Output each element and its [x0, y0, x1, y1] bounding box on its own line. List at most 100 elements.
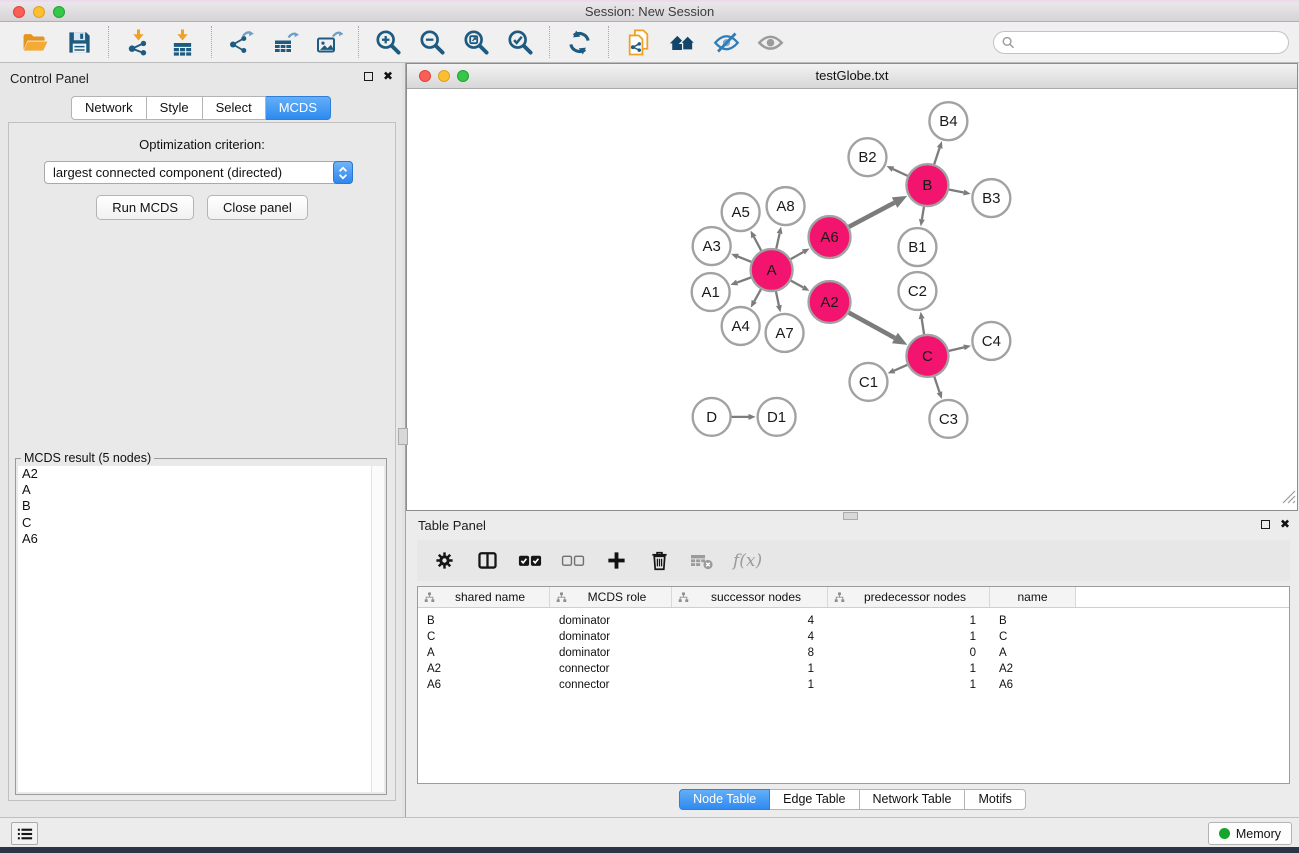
network-canvas[interactable]: B4B2BB3A8A5A6A3B1AC2A1A2A4A7C4CC1C3DD1	[407, 89, 1297, 510]
list-menu-button[interactable]	[11, 822, 38, 845]
table-cell[interactable]: C	[990, 631, 1076, 643]
import-table-icon[interactable]	[168, 28, 196, 56]
vertical-splitter-handle[interactable]	[398, 428, 408, 445]
graph-edge-A-A7[interactable]	[776, 291, 779, 306]
export-network-icon[interactable]	[227, 28, 255, 56]
hide-selected-icon[interactable]	[712, 28, 740, 56]
select-all-icon[interactable]	[518, 550, 542, 572]
graph-node-B1[interactable]: B1	[898, 228, 936, 266]
table-cell[interactable]: C	[418, 631, 550, 643]
graph-node-C[interactable]: C	[906, 335, 948, 377]
table-cell[interactable]: 1	[828, 615, 990, 627]
graph-edge-C-C1[interactable]	[894, 364, 908, 370]
close-panel-icon[interactable]: ✖	[383, 71, 393, 82]
search-input[interactable]	[1016, 35, 1284, 51]
run-mcds-button[interactable]: Run MCDS	[96, 195, 194, 220]
graph-edge-A2-C[interactable]	[848, 312, 895, 338]
graph-edge-A-A6[interactable]	[790, 252, 803, 260]
import-network-icon[interactable]	[124, 28, 152, 56]
export-table-icon[interactable]	[271, 28, 299, 56]
graph-node-A3[interactable]: A3	[693, 227, 731, 265]
graph-node-A1[interactable]: A1	[692, 273, 730, 311]
network-close-button[interactable]	[419, 70, 431, 82]
column-header-successor-nodes[interactable]: successor nodes	[672, 587, 828, 607]
table-cell[interactable]: 1	[828, 631, 990, 643]
network-maximize-button[interactable]	[457, 70, 469, 82]
table-cell[interactable]: A6	[990, 679, 1076, 691]
float-panel-icon[interactable]	[364, 72, 373, 81]
tab-select[interactable]: Select	[203, 96, 266, 120]
column-header-name[interactable]: name	[990, 587, 1076, 607]
float-table-panel-icon[interactable]	[1261, 520, 1270, 529]
column-selector-icon[interactable]	[475, 550, 499, 572]
tab-network[interactable]: Network	[71, 96, 147, 120]
home-icon[interactable]	[668, 28, 696, 56]
graph-edge-C-C4[interactable]	[948, 347, 964, 351]
tab-mcds[interactable]: MCDS	[266, 96, 331, 120]
close-window-button[interactable]	[13, 6, 25, 18]
column-header-mcds-role[interactable]: MCDS role	[550, 587, 672, 607]
table-cell[interactable]: dominator	[550, 615, 672, 627]
close-table-panel-icon[interactable]: ✖	[1280, 519, 1290, 530]
table-row[interactable]: Bdominator41B	[418, 613, 1289, 629]
zoom-in-icon[interactable]	[374, 28, 402, 56]
graph-edge-C-C3[interactable]	[934, 376, 939, 392]
table-row[interactable]: Adominator80A	[418, 645, 1289, 661]
table-cell[interactable]: 8	[672, 647, 828, 659]
network-graph[interactable]: B4B2BB3A8A5A6A3B1AC2A1A2A4A7C4CC1C3DD1	[407, 89, 1297, 510]
graph-node-A6[interactable]: A6	[809, 216, 851, 258]
close-panel-button[interactable]: Close panel	[207, 195, 308, 220]
list-item[interactable]: C	[18, 515, 384, 531]
graph-node-B[interactable]: B	[906, 164, 948, 206]
table-cell[interactable]: 4	[672, 615, 828, 627]
column-header-predecessor-nodes[interactable]: predecessor nodes	[828, 587, 990, 607]
table-cell[interactable]: 1	[828, 663, 990, 675]
table-cell[interactable]: A	[990, 647, 1076, 659]
graph-node-B3[interactable]: B3	[972, 179, 1010, 217]
graph-node-C2[interactable]: C2	[898, 272, 936, 310]
maximize-window-button[interactable]	[53, 6, 65, 18]
save-session-icon[interactable]	[65, 28, 93, 56]
tab-motifs[interactable]: Motifs	[965, 789, 1025, 810]
table-cell[interactable]: 0	[828, 647, 990, 659]
graph-edge-A6-B[interactable]	[848, 203, 894, 228]
tab-edge-table[interactable]: Edge Table	[770, 789, 859, 810]
network-minimize-button[interactable]	[438, 70, 450, 82]
zoom-out-icon[interactable]	[418, 28, 446, 56]
graph-node-A[interactable]: A	[751, 249, 793, 291]
graph-node-A5[interactable]: A5	[722, 193, 760, 231]
add-column-icon[interactable]	[604, 550, 628, 572]
table-cell[interactable]: 1	[672, 663, 828, 675]
refresh-layout-icon[interactable]	[565, 28, 593, 56]
table-cell[interactable]: connector	[550, 663, 672, 675]
graph-node-C4[interactable]: C4	[972, 322, 1010, 360]
graph-node-B2[interactable]: B2	[849, 138, 887, 176]
minimize-window-button[interactable]	[33, 6, 45, 18]
horizontal-splitter-handle[interactable]	[843, 512, 858, 520]
settings-icon[interactable]	[432, 550, 456, 572]
graph-node-D[interactable]: D	[693, 398, 731, 436]
list-item[interactable]: B	[18, 498, 384, 514]
graph-edge-A-A4[interactable]	[754, 288, 761, 301]
result-list-scrollbar[interactable]	[371, 466, 384, 792]
list-item[interactable]: A	[18, 482, 384, 498]
table-cell[interactable]: 1	[828, 679, 990, 691]
list-item[interactable]: A2	[18, 466, 384, 482]
graph-edge-A-A5[interactable]	[754, 237, 762, 252]
graph-edge-B-B3[interactable]	[948, 189, 964, 192]
graph-edge-B-B4[interactable]	[934, 148, 940, 165]
duplicate-network-icon[interactable]	[624, 28, 652, 56]
graph-edge-A-A1[interactable]	[737, 277, 752, 282]
graph-node-A7[interactable]: A7	[766, 314, 804, 352]
graph-node-D1[interactable]: D1	[758, 398, 796, 436]
table-cell[interactable]: 1	[672, 679, 828, 691]
table-row[interactable]: Cdominator41C	[418, 629, 1289, 645]
list-item[interactable]: A6	[18, 531, 384, 547]
toolbar-search[interactable]	[993, 31, 1289, 54]
graph-node-A2[interactable]: A2	[809, 281, 851, 323]
table-cell[interactable]: B	[990, 615, 1076, 627]
graph-node-A8[interactable]: A8	[767, 187, 805, 225]
table-row[interactable]: A6connector11A6	[418, 677, 1289, 693]
graph-edge-A-A2[interactable]	[790, 280, 803, 287]
open-file-icon[interactable]	[21, 28, 49, 56]
